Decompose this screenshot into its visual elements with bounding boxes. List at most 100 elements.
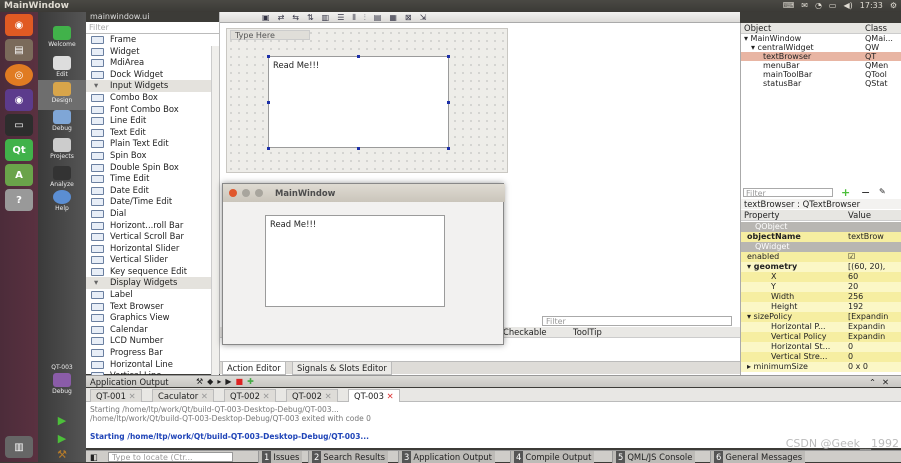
selection-handle[interactable] <box>447 55 450 58</box>
widget-item[interactable]: Double Spin Box <box>86 162 219 174</box>
close-icon[interactable]: ✕ <box>384 391 394 401</box>
object-tree-row[interactable]: menuBar QMen <box>741 61 901 70</box>
clock[interactable]: 17:33 <box>860 0 883 12</box>
mode-design[interactable]: Design <box>38 80 86 110</box>
widget-item[interactable]: Combo Box <box>86 92 219 104</box>
output-tab[interactable]: QT-002 ✕ <box>286 389 338 402</box>
software-center-icon[interactable]: A <box>5 164 33 186</box>
selection-handle[interactable] <box>267 147 270 150</box>
property-row[interactable]: Horizontal P... Expandin <box>741 322 901 332</box>
widget-category[interactable]: Input Widgets <box>86 80 219 92</box>
break-layout-icon[interactable]: ⊠ <box>405 13 412 23</box>
widget-item[interactable]: Progress Bar <box>86 347 219 359</box>
property-row[interactable]: ▾ sizePolicy [Expandin <box>741 312 901 322</box>
edit-buddies-icon[interactable]: ⇆ <box>292 13 299 23</box>
object-tree-row[interactable]: statusBar QStat <box>741 79 901 88</box>
firefox-icon[interactable]: ◎ <box>5 64 33 86</box>
layout-splitter-v-icon[interactable]: ⫶ <box>364 13 366 23</box>
object-tree-row[interactable]: ▾ MainWindow QMai... <box>741 34 901 43</box>
widget-item[interactable]: MdiArea <box>86 57 219 69</box>
configure-icon[interactable]: ✎ <box>879 187 886 196</box>
output-pane-button[interactable]: 2 Search Results <box>308 451 389 463</box>
property-value[interactable]: 0 <box>848 352 901 362</box>
tab-signals-slots[interactable]: Signals & Slots Editor <box>292 362 392 375</box>
mode-welcome[interactable]: Welcome <box>38 24 86 54</box>
debug-run-button[interactable]: ▶ <box>38 432 86 446</box>
widget-item[interactable]: Date/Time Edit <box>86 196 219 208</box>
widget-item[interactable]: Spin Box <box>86 150 219 162</box>
property-value[interactable]: Expandin <box>848 322 901 332</box>
file-tab[interactable]: mainwindow.ui <box>86 12 219 22</box>
edit-signals-icon[interactable]: ⇄ <box>278 13 285 23</box>
property-group[interactable]: QObject <box>741 222 901 232</box>
maximize-icon[interactable] <box>255 189 263 197</box>
dash-icon[interactable]: ◉ <box>5 14 33 36</box>
property-row[interactable]: Height 192 <box>741 302 901 312</box>
close-icon[interactable]: ✕ <box>322 391 332 401</box>
column-checkable[interactable]: Checkable <box>503 327 547 338</box>
layout-splitter-h-icon[interactable]: ⫴ <box>352 13 355 23</box>
widget-item[interactable]: Horizont...roll Bar <box>86 220 219 232</box>
close-icon[interactable]: ✕ <box>198 391 208 401</box>
edit-tab-order-icon[interactable]: ⇅ <box>307 13 314 23</box>
property-value[interactable]: [(60, 20), <box>848 262 901 272</box>
widget-item[interactable]: Font Combo Box <box>86 104 219 116</box>
sidebar-toggle-icon[interactable]: ◧ <box>90 451 98 463</box>
close-icon[interactable] <box>229 189 237 197</box>
mode-debug[interactable]: Debug <box>38 108 86 138</box>
layout-grid-icon[interactable]: ▦ <box>389 13 397 23</box>
widget-item[interactable]: LCD Number <box>86 335 219 347</box>
locator-input[interactable]: Type to locate (Ctr... <box>108 452 233 462</box>
property-value[interactable]: textBrow <box>848 232 901 242</box>
output-tab[interactable]: QT-003 ✕ <box>348 389 400 402</box>
widget-item[interactable]: Label <box>86 289 219 301</box>
files-icon[interactable]: ▤ <box>5 39 33 61</box>
mode-projects[interactable]: Projects <box>38 136 86 166</box>
widget-category[interactable]: Display Widgets <box>86 277 219 290</box>
selection-handle[interactable] <box>357 147 360 150</box>
tab-action-editor[interactable]: Action Editor <box>222 362 286 375</box>
help-icon[interactable]: ? <box>5 189 33 211</box>
widget-item[interactable]: Date Edit <box>86 185 219 197</box>
property-value[interactable]: 0 <box>848 342 901 352</box>
property-value[interactable]: [Expandin <box>848 312 901 322</box>
object-tree-row[interactable]: ▾ centralWidget QW <box>741 43 901 52</box>
browser-icon[interactable]: ◉ <box>5 89 33 111</box>
power-icon[interactable]: ⚙ <box>890 0 897 12</box>
property-value[interactable]: ☑ <box>848 252 901 262</box>
property-row[interactable]: ▸ minimumSize 0 x 0 <box>741 362 901 372</box>
widget-item[interactable]: Horizontal Line <box>86 359 219 371</box>
output-tab[interactable]: Caculator ✕ <box>152 389 214 402</box>
output-tab[interactable]: QT-002 ✕ <box>224 389 276 402</box>
widget-item[interactable]: Text Browser <box>86 301 219 313</box>
wifi-icon[interactable]: ◔ <box>815 0 822 12</box>
widget-item[interactable]: Line Edit <box>86 115 219 127</box>
close-icon[interactable]: ✕ <box>126 391 136 401</box>
menu-type-here[interactable]: Type Here <box>230 30 310 40</box>
widget-item[interactable]: Plain Text Edit <box>86 138 219 150</box>
property-value[interactable]: 0 x 0 <box>848 362 901 372</box>
close-icon[interactable]: ✕ <box>260 391 270 401</box>
selection-handle[interactable] <box>447 101 450 104</box>
terminal-icon[interactable]: ▭ <box>5 114 33 136</box>
remove-property-icon[interactable]: − <box>861 186 870 199</box>
layout-vertical-icon[interactable]: ☰ <box>337 13 344 23</box>
widget-item[interactable]: Vertical Slider <box>86 254 219 266</box>
output-tab[interactable]: QT-001 ✕ <box>90 389 142 402</box>
preview-window[interactable]: MainWindow Read Me!!! <box>222 183 505 345</box>
add-property-icon[interactable]: + <box>841 186 850 199</box>
run-button[interactable]: ▶ <box>38 414 86 428</box>
output-pane-button[interactable]: 3 Application Output <box>398 451 495 463</box>
selection-handle[interactable] <box>447 147 450 150</box>
output-controls[interactable]: ⚒◆▸▶■✚ <box>196 376 258 388</box>
widget-item[interactable]: Calendar <box>86 324 219 336</box>
property-row[interactable]: objectName textBrow <box>741 232 901 242</box>
keyboard-icon[interactable]: ⌨ <box>783 0 795 12</box>
selection-handle[interactable] <box>267 55 270 58</box>
mail-icon[interactable]: ✉ <box>801 0 808 12</box>
property-row[interactable]: ▾ geometry [(60, 20), <box>741 262 901 272</box>
form-textbrowser[interactable]: Read Me!!! <box>268 56 449 148</box>
adjust-size-icon[interactable]: ⇲ <box>420 13 427 23</box>
widget-filter-input[interactable]: Filter <box>86 22 219 34</box>
widget-box-scrollbar[interactable] <box>211 46 219 384</box>
